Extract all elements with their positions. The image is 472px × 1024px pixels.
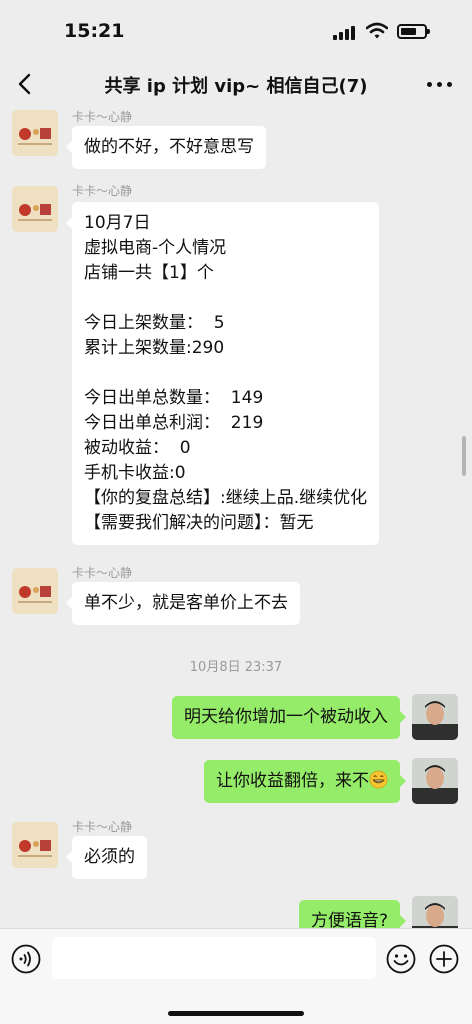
voice-icon[interactable] (10, 943, 42, 975)
message-text: 让你收益翻倍，来不 (216, 771, 369, 791)
sender-avatar[interactable] (12, 822, 58, 868)
message-bubble[interactable]: 明天给你增加一个被动收入 (172, 696, 406, 739)
my-avatar[interactable] (412, 758, 458, 804)
sender-avatar[interactable] (12, 568, 58, 614)
battery-icon (397, 24, 430, 39)
more-dots-icon[interactable] (426, 72, 454, 96)
sender-avatar[interactable] (12, 110, 58, 156)
my-avatar[interactable] (412, 694, 458, 740)
message-list[interactable]: 卡卡～心静 做的不好，不好意思写 卡卡～心静 10月7日 虚拟电商-个人情况 店… (0, 106, 472, 928)
message-bubble[interactable]: 让你收益翻倍，来不 (204, 760, 406, 803)
cellular-signal-icon (333, 26, 359, 40)
chat-title: 共享 ip 计划 vip~ 相信自己(7) (104, 76, 368, 97)
wifi-icon (366, 22, 388, 39)
status-time: 15:21 (64, 20, 125, 42)
sender-name: 卡卡～心静 (72, 820, 133, 834)
message-bubble[interactable]: 方便语音? (298, 900, 407, 928)
emoji-icon[interactable] (385, 943, 417, 975)
my-avatar[interactable] (412, 896, 458, 928)
message-input[interactable] (52, 937, 376, 979)
sender-name: 卡卡～心静 (72, 110, 133, 124)
sender-avatar[interactable] (12, 186, 58, 232)
sender-name: 卡卡～心静 (72, 184, 133, 198)
message-timestamp: 10月8日 23:37 (189, 660, 283, 675)
home-indicator[interactable] (168, 1011, 304, 1016)
message-bubble[interactable]: 做的不好，不好意思写 (66, 126, 266, 169)
scrollbar[interactable] (462, 436, 466, 476)
input-bar (0, 928, 472, 1024)
status-bar: 15:21 (0, 0, 472, 62)
grinning-face-emoji (369, 770, 388, 789)
message-bubble[interactable]: 必须的 (66, 836, 147, 879)
plus-icon[interactable] (428, 943, 460, 975)
message-bubble[interactable]: 单不少，就是客单价上不去 (66, 582, 300, 625)
chevron-left-icon[interactable] (14, 70, 38, 98)
chat-header: 共享 ip 计划 vip~ 相信自己(7) (0, 62, 472, 106)
sender-name: 卡卡～心静 (72, 566, 133, 580)
message-bubble[interactable]: 10月7日 虚拟电商-个人情况 店铺一共【1】个 今日上架数量： 5 累计上架数… (65, 202, 380, 545)
